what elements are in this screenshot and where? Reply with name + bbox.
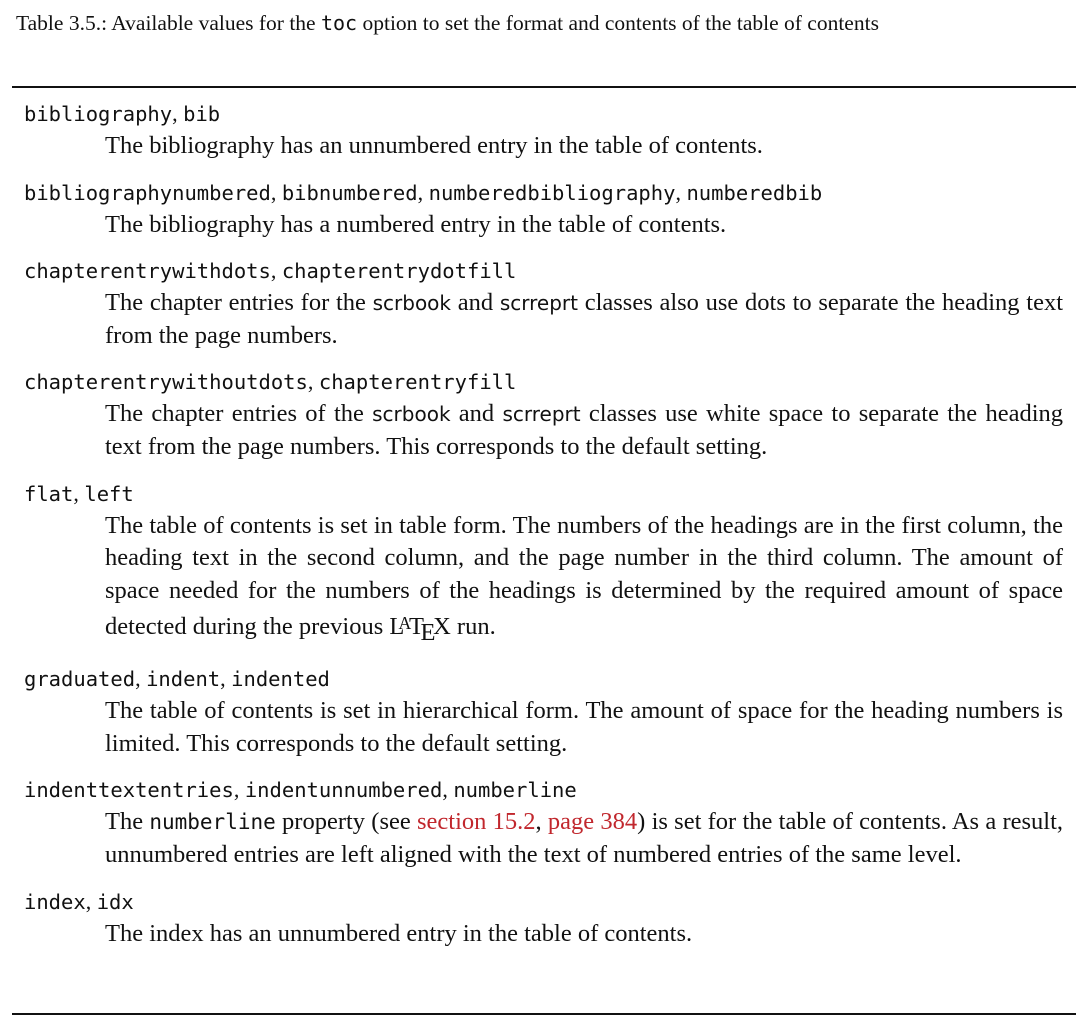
- description-text: run.: [450, 613, 496, 641]
- option-key: indenttextentries: [24, 778, 234, 803]
- option-key: chapterentrywithdots: [24, 259, 271, 284]
- key-separator: ,: [220, 666, 232, 692]
- option-keys: chapterentrywithoutdots, chapterentryfil…: [24, 366, 1064, 398]
- option-description: The index has an unnumbered entry in the…: [105, 918, 1063, 951]
- property-name: numberline: [149, 810, 276, 835]
- cross-reference-link[interactable]: page 384: [548, 808, 637, 835]
- class-name: scrbook: [372, 291, 451, 316]
- option-key: graduated: [24, 667, 136, 692]
- option-key: indented: [231, 667, 330, 692]
- option-key: left: [84, 481, 134, 506]
- option-key: numberedbibliography: [428, 180, 676, 205]
- option-key: chapterentryfill: [318, 370, 517, 395]
- description-text: property (see: [275, 808, 417, 836]
- class-name: scrbook: [372, 402, 451, 427]
- key-separator: ,: [307, 369, 319, 395]
- key-separator: ,: [270, 179, 282, 205]
- class-name: scrreprt: [499, 291, 578, 316]
- option-key: indentunnumbered: [244, 778, 443, 803]
- caption-option: toc: [320, 11, 358, 35]
- description-text: and: [450, 400, 503, 428]
- option-description: The table of contents is set in hierarch…: [105, 695, 1063, 760]
- option-keys: graduated, indent, indented: [24, 663, 1064, 695]
- option-entry: flat, left The table of contents is set i…: [24, 478, 1064, 650]
- option-description: The chapter entries of the scrbook and s…: [105, 398, 1063, 463]
- option-description: The chapter entries for the scrbook and …: [105, 287, 1063, 352]
- class-name: scrreprt: [502, 402, 581, 427]
- description-text: and: [451, 289, 500, 317]
- option-description: The numberline property (see section 15.…: [105, 806, 1063, 871]
- option-key: numberline: [453, 778, 577, 803]
- key-separator: ,: [172, 101, 184, 126]
- option-keys: chapterentrywithdots, chapterentrydotfil…: [24, 255, 1064, 287]
- key-separator: ,: [675, 179, 687, 205]
- description-text: The chapter entries of the: [105, 400, 373, 428]
- option-description: The table of contents is set in table fo…: [105, 510, 1063, 650]
- option-keys: index, idx: [24, 886, 1064, 918]
- option-key: numberedbib: [686, 180, 823, 205]
- option-entry: chapterentrywithoutdots, chapterentryfil…: [24, 366, 1064, 463]
- option-entry: chapterentrywithdots, chapterentrydotfil…: [24, 255, 1064, 352]
- option-key: index: [24, 889, 86, 914]
- option-key: bibnumbered: [281, 180, 418, 205]
- option-entry: graduated, indent, indented The table of …: [24, 663, 1064, 760]
- key-separator: ,: [417, 179, 429, 205]
- table-top-rule: [12, 86, 1076, 88]
- description-text: The index has an unnumbered entry in the…: [105, 919, 693, 947]
- option-key: bibliographynumbered: [24, 180, 271, 205]
- key-separator: ,: [233, 777, 245, 803]
- option-keys: flat, left: [24, 478, 1064, 510]
- option-description: The bibliography has a numbered entry in…: [105, 209, 1063, 242]
- key-separator: ,: [270, 258, 282, 284]
- description-text: The bibliography has a numbered entry in…: [105, 210, 727, 238]
- cross-reference-link[interactable]: section 15.2: [417, 808, 536, 835]
- caption-suffix: option to set the format and contents of…: [357, 11, 879, 35]
- option-description: The bibliography has an unnumbered entry…: [105, 130, 1063, 163]
- option-key: flat: [24, 481, 74, 506]
- option-key: chapterentrywithoutdots: [24, 370, 308, 395]
- option-values-table: bibliography, bib The bibliography has an…: [24, 98, 1064, 964]
- option-keys: bibliography, bib: [24, 98, 1064, 130]
- description-text: The table of contents is set in hierarch…: [105, 697, 1063, 757]
- latex-logo: LATEX: [389, 613, 451, 646]
- option-key: bib: [183, 102, 221, 126]
- option-key: chapterentrydotfill: [281, 259, 517, 284]
- caption-prefix: Table 3.5.: Available values for the: [16, 11, 321, 35]
- option-entry: bibliography, bib The bibliography has an…: [24, 98, 1064, 163]
- option-keys: indenttextentries, indentunnumbered, num…: [24, 774, 1064, 806]
- description-text: The table of contents is set in table fo…: [105, 511, 1063, 641]
- key-separator: ,: [85, 888, 97, 914]
- description-text: The bibliography has an unnumbered entry…: [105, 132, 763, 159]
- description-text: The chapter entries for the: [105, 289, 373, 317]
- table-bottom-rule: [12, 1013, 1076, 1015]
- option-entry: indenttextentries, indentunnumbered, num…: [24, 774, 1064, 871]
- description-text: ,: [535, 808, 548, 836]
- option-keys: bibliographynumbered, bibnumbered, numbe…: [24, 177, 1064, 209]
- key-separator: ,: [135, 666, 147, 692]
- table-caption: Table 3.5.: Available values for the toc…: [16, 8, 1080, 38]
- key-separator: ,: [73, 480, 85, 506]
- description-text: The: [105, 808, 150, 836]
- option-entry: bibliographynumbered, bibnumbered, numbe…: [24, 177, 1064, 242]
- option-key: indent: [146, 667, 221, 692]
- option-entry: index, idx The index has an unnumbered en…: [24, 886, 1064, 951]
- option-key: idx: [96, 889, 134, 914]
- option-key: bibliography: [24, 102, 173, 126]
- key-separator: ,: [442, 777, 454, 803]
